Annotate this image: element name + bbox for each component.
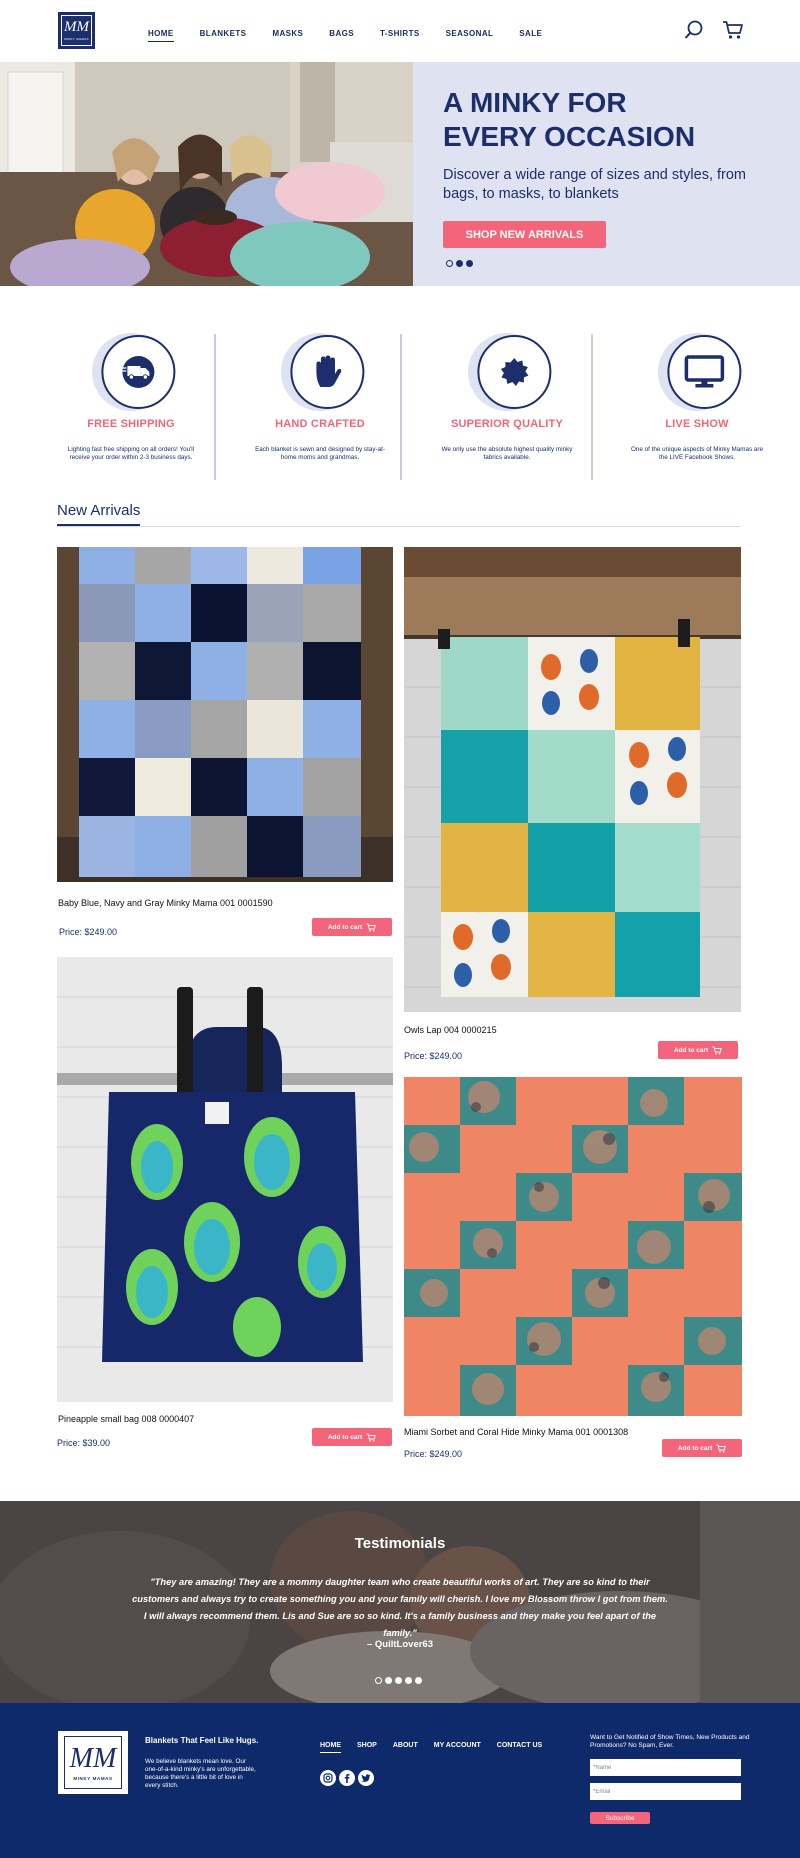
logo-monogram: MM [69, 1742, 117, 1774]
footer-tagline: Blankets That Feel Like Hugs. [145, 1736, 259, 1745]
feature-title: LIVE SHOW [665, 418, 729, 430]
logo-monogram: MM [64, 19, 89, 35]
feature-description: Each blanket is sewn and designed by sta… [255, 446, 385, 461]
footer-nav-my-account[interactable]: MY ACCOUNT [434, 1742, 481, 1749]
newsletter-email-input[interactable] [590, 1783, 741, 1800]
logo-subtext: MINKY MAMAS [64, 37, 89, 41]
carousel-dot[interactable] [395, 1677, 402, 1684]
logo-subtext: MINKY MAMAS [73, 1775, 113, 1781]
product-price: Price: $249.00 [404, 1449, 463, 1459]
nav-bags[interactable]: BAGS [329, 29, 354, 38]
section-rule [57, 526, 740, 527]
cart-icon [366, 923, 376, 932]
product-image[interactable] [57, 547, 393, 882]
cart-icon [712, 1046, 722, 1055]
product-price: Price: $249.00 [404, 1051, 463, 1061]
feature-title: SUPERIOR QUALITY [451, 418, 563, 430]
product-name[interactable]: Pineapple small bag 008 0000407 [58, 1414, 194, 1424]
testimonial-author: – QuiltLover63 [367, 1639, 433, 1650]
add-to-cart-button[interactable]: Add to cart [662, 1439, 742, 1457]
features-row: FREE SHIPPING Lighting fast free shippin… [40, 332, 763, 482]
shop-new-arrivals-button[interactable]: SHOP NEW ARRIVALS [443, 221, 606, 248]
divider [400, 334, 402, 480]
product-image[interactable] [404, 1077, 742, 1416]
footer-nav-shop[interactable]: SHOP [357, 1742, 377, 1749]
newsletter-name-input[interactable] [590, 1759, 741, 1776]
testimonial-quote: "They are amazing! They are a mommy daug… [132, 1577, 668, 1638]
badge-icon [500, 358, 529, 386]
testimonials-title: Testimonials [354, 1535, 446, 1552]
carousel-dot[interactable] [385, 1677, 392, 1684]
footer-logo[interactable]: MM MINKY MAMAS [58, 1731, 128, 1794]
feature-description: Lighting fast free shipping on all order… [67, 446, 195, 461]
carousel-dot[interactable] [415, 1677, 422, 1684]
hero-image [0, 62, 413, 286]
newsletter-text: Want to Get Notified of Show Times, New … [590, 1734, 750, 1749]
feature-title: FREE SHIPPING [87, 418, 175, 430]
testimonials-section: Testimonials "They are amazing! They are… [0, 1501, 800, 1703]
site-footer: MM MINKY MAMAS Blankets That Feel Like H… [0, 1703, 800, 1858]
cart-icon [716, 1444, 726, 1453]
footer-nav-about[interactable]: ABOUT [393, 1742, 418, 1749]
product-name[interactable]: Miami Sorbet and Coral Hide Minky Mama 0… [404, 1427, 628, 1437]
hero-title: A MINKY FOR EVERY OCCASION [443, 87, 696, 152]
instagram-icon[interactable] [320, 1770, 336, 1786]
main-nav: HOME BLANKETS MASKS BAGS T-SHIRTS SEASON… [148, 29, 568, 42]
add-to-cart-button[interactable]: Add to cart [312, 918, 392, 936]
product-image[interactable] [404, 547, 741, 1012]
carousel-dot[interactable] [456, 260, 463, 267]
feature-title: HAND CRAFTED [275, 418, 365, 430]
facebook-icon[interactable] [339, 1770, 355, 1786]
carousel-dot[interactable] [405, 1677, 412, 1684]
divider [214, 334, 216, 480]
footer-nav-contact-us[interactable]: CONTACT US [497, 1742, 542, 1749]
hand-icon [316, 355, 342, 387]
new-arrivals-title: New Arrivals [57, 502, 141, 519]
search-icon[interactable] [684, 20, 704, 40]
brand-logo[interactable]: MM MINKY MAMAS [58, 12, 95, 49]
nav-tshirts[interactable]: T-SHIRTS [380, 29, 420, 38]
site-header: MM MINKY MAMAS HOME BLANKETS MASKS BAGS … [0, 0, 800, 62]
feature-description: One of the unique aspects of Minky Mamas… [631, 446, 763, 461]
divider [591, 334, 593, 480]
carousel-dot[interactable] [375, 1677, 382, 1684]
nav-masks[interactable]: MASKS [272, 29, 303, 38]
nav-home[interactable]: HOME [148, 29, 174, 42]
carousel-dot[interactable] [446, 260, 453, 267]
add-to-cart-button[interactable]: Add to cart [312, 1428, 392, 1446]
product-name[interactable]: Owls Lap 004 0000215 [404, 1025, 497, 1035]
hero-subtitle: Discover a wide range of sizes and style… [443, 167, 747, 202]
product-image[interactable] [57, 957, 393, 1402]
nav-blankets[interactable]: BLANKETS [200, 29, 247, 38]
testimonial-carousel-dots [375, 1677, 425, 1684]
feature-description: We only use the absolute highest quality… [441, 446, 573, 461]
cart-icon [366, 1433, 376, 1442]
subscribe-button[interactable]: Subscribe [590, 1812, 650, 1824]
cart-icon[interactable] [722, 20, 743, 40]
footer-nav-home[interactable]: HOME [320, 1742, 341, 1753]
hero-banner: A MINKY FOR EVERY OCCASION Discover a wi… [0, 62, 800, 286]
product-price: Price: $249.00 [59, 927, 118, 937]
add-to-cart-button[interactable]: Add to cart [658, 1041, 738, 1059]
monitor-icon [684, 355, 725, 388]
carousel-dot[interactable] [466, 260, 473, 267]
twitter-icon[interactable] [358, 1770, 374, 1786]
nav-seasonal[interactable]: SEASONAL [446, 29, 494, 38]
truck-icon [121, 356, 155, 388]
footer-nav: HOME SHOP ABOUT MY ACCOUNT CONTACT US [320, 1742, 558, 1753]
product-name[interactable]: Baby Blue, Navy and Gray Minky Mama 001 … [58, 898, 273, 908]
nav-sale[interactable]: SALE [519, 29, 542, 38]
product-price: Price: $39.00 [57, 1438, 111, 1448]
footer-about: We believe blankets mean love. Our one-o… [145, 1758, 256, 1789]
hero-carousel-dots [446, 260, 476, 267]
